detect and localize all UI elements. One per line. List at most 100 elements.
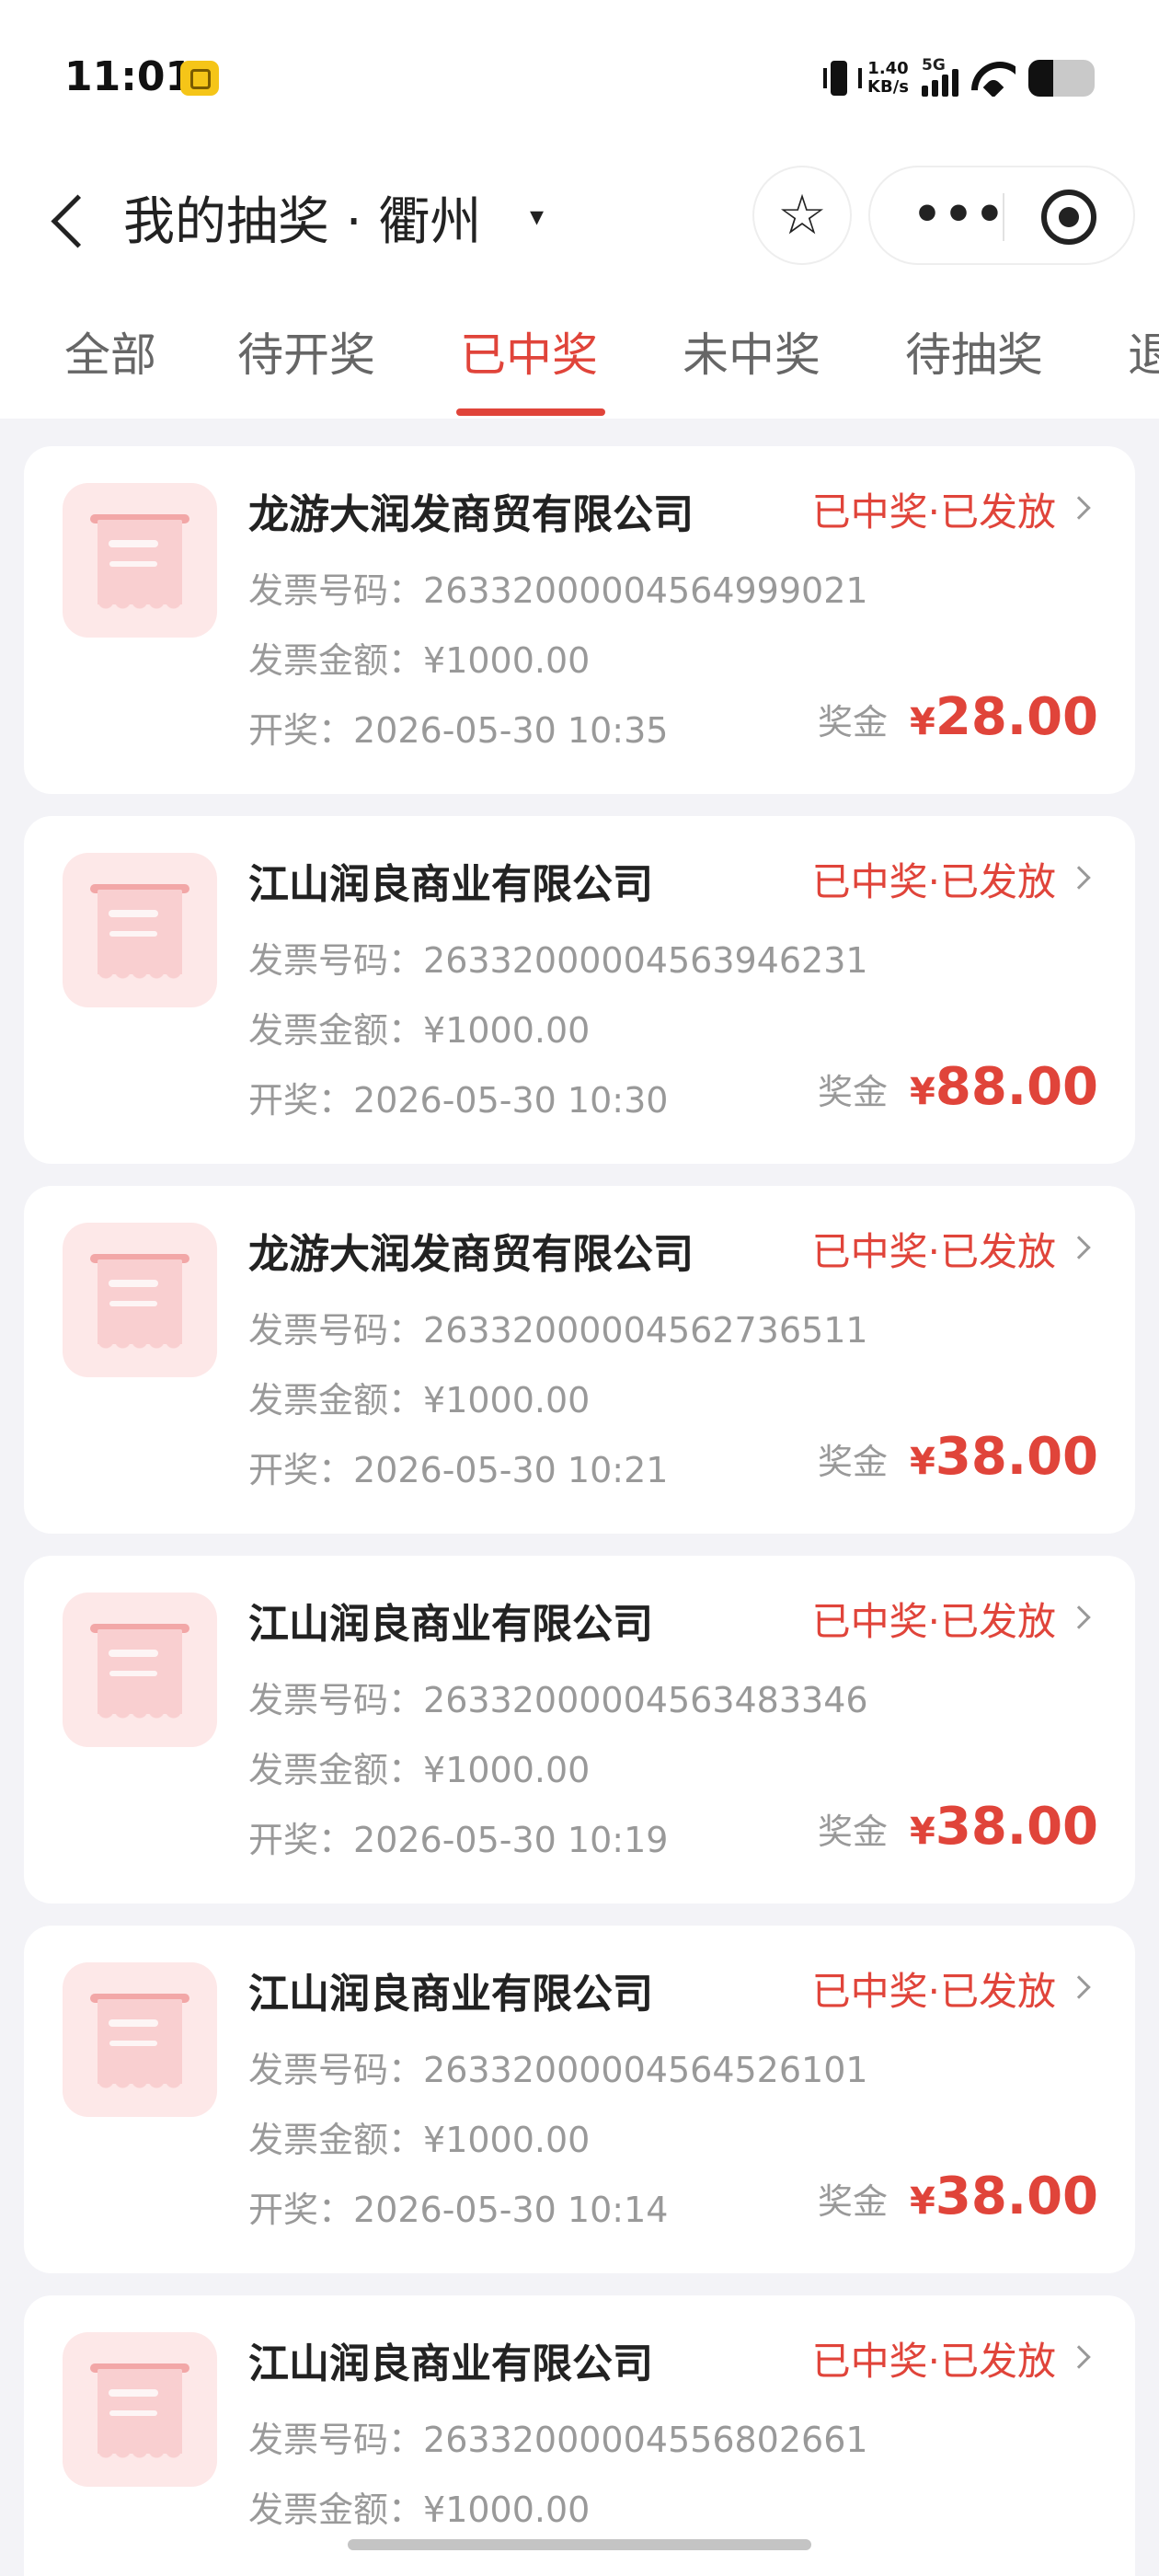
status-indicators: 1.40 KB/s 5G <box>823 53 1095 103</box>
net-speed-unit: KB/s <box>867 77 909 97</box>
close-miniapp-icon[interactable] <box>1041 190 1096 245</box>
receipt-icon <box>63 2332 217 2487</box>
status-badge: 已中奖·已发放 <box>811 859 1056 904</box>
invoice-number-row: 发票号码：26332000004564999021 <box>248 562 868 613</box>
record-card[interactable]: 江山润良商业有限公司 已中奖·已发放 发票号码：2633200000456452… <box>24 1926 1135 2273</box>
net-speed: 1.40 KB/s <box>867 60 909 97</box>
chevron-right-icon <box>1067 1975 1091 1999</box>
status-time: 11:01 <box>64 53 194 100</box>
more-menu-icon[interactable]: ••• <box>912 188 1006 241</box>
invoice-amount-row: 发票金额：¥1000.00 <box>248 2111 590 2162</box>
invoice-number-label: 发票号码： <box>248 1680 424 1720</box>
draw-time-row: 开奖：2026-05-30 10:30 <box>248 1072 668 1122</box>
invoice-amount-label: 发票金额： <box>248 640 424 681</box>
status-badge: 已中奖·已发放 <box>811 1599 1056 1644</box>
prize-value: 38.00 <box>935 2167 1098 2226</box>
prize-value: 38.00 <box>935 1427 1098 1487</box>
invoice-amount-value: ¥1000.00 <box>423 640 591 681</box>
invoice-amount-row: 发票金额：¥1000.00 <box>248 1372 590 1422</box>
prize-currency: ¥ <box>910 1811 935 1853</box>
chevron-right-icon <box>1067 496 1091 520</box>
invoice-amount-row: 发票金额：¥1000.00 <box>248 2481 590 2532</box>
net-speed-value: 1.40 <box>867 59 909 78</box>
prize-label: 奖金 <box>818 1442 889 1482</box>
invoice-amount-value: ¥1000.00 <box>423 2490 591 2530</box>
invoice-amount-row: 发票金额：¥1000.00 <box>248 1742 590 1792</box>
cellular-signal-icon: 5G <box>922 56 958 97</box>
chevron-right-icon <box>1067 1605 1091 1629</box>
status-badge: 已中奖·已发放 <box>811 489 1056 535</box>
prize-currency: ¥ <box>910 2180 935 2223</box>
prize-label: 奖金 <box>818 1811 889 1852</box>
company-name: 江山润良商业有限公司 <box>248 1971 653 2018</box>
tab-not-won[interactable]: 未中奖 <box>683 318 820 385</box>
city-dropdown-caret-icon[interactable]: ▾ <box>530 201 544 233</box>
prize-amount: 奖金 ¥ 38.00 <box>818 2167 1098 2226</box>
draw-time-row: 开奖：2026-05-30 10:19 <box>248 1811 668 1862</box>
draw-time-label: 开奖： <box>248 2190 354 2230</box>
prize-currency: ¥ <box>910 1071 935 1113</box>
tab-pending-draw[interactable]: 待开奖 <box>237 318 375 385</box>
invoice-number-row: 发票号码：26332000004564526101 <box>248 2041 868 2092</box>
draw-time-label: 开奖： <box>248 710 354 751</box>
invoice-amount-value: ¥1000.00 <box>423 2120 591 2160</box>
record-card[interactable]: 江山润良商业有限公司 已中奖·已发放 发票号码：2633200000455680… <box>24 2295 1135 2576</box>
tab-all[interactable]: 全部 <box>64 318 156 385</box>
winning-records-list: 龙游大润发商贸有限公司 已中奖·已发放 发票号码：263320000045649… <box>0 419 1159 2576</box>
prize-value: 88.00 <box>935 1057 1098 1117</box>
invoice-amount-row: 发票金额：¥1000.00 <box>248 1002 590 1052</box>
invoice-number-label: 发票号码： <box>248 1310 424 1351</box>
tab-won[interactable]: 已中奖 <box>460 318 598 385</box>
invoice-number-row: 发票号码：26332000004563946231 <box>248 932 868 983</box>
chevron-right-icon <box>1067 866 1091 890</box>
favorite-star-button[interactable]: ☆ <box>752 166 852 265</box>
invoice-number-value: 26332000004564999021 <box>423 570 868 611</box>
status-badge: 已中奖·已发放 <box>811 1969 1056 2014</box>
draw-time-row: 开奖：2026-05-30 10:35 <box>248 702 668 753</box>
home-indicator[interactable] <box>348 2539 811 2550</box>
draw-time-value: 2026-05-30 10:35 <box>353 710 669 751</box>
capsule-divider <box>1003 193 1004 241</box>
draw-time-value: 2026-05-30 10:30 <box>353 1080 669 1121</box>
lottery-page: 11:01 1.40 KB/s 5G 我的抽奖 · 衢州 ▾ ☆ ••• 全部 … <box>0 0 1159 2576</box>
draw-time-value: 2026-05-30 10:14 <box>353 2190 669 2230</box>
invoice-number-value: 26332000004556802661 <box>423 2420 868 2460</box>
tab-to-draw[interactable]: 待抽奖 <box>905 318 1043 385</box>
invoice-number-value: 26332000004562736511 <box>423 1310 868 1351</box>
invoice-amount-value: ¥1000.00 <box>423 1380 591 1420</box>
page-title[interactable]: 我的抽奖 · 衢州 <box>123 180 481 255</box>
company-name: 龙游大润发商贸有限公司 <box>248 1231 694 1278</box>
prize-currency: ¥ <box>910 701 935 743</box>
receipt-icon <box>63 1962 217 2117</box>
status-badge: 已中奖·已发放 <box>811 2339 1056 2384</box>
miniapp-capsule: ••• <box>868 166 1135 265</box>
record-card[interactable]: 江山润良商业有限公司 已中奖·已发放 发票号码：2633200000456348… <box>24 1556 1135 1903</box>
invoice-amount-row: 发票金额：¥1000.00 <box>248 632 590 683</box>
draw-time-row: 开奖：2026-05-30 10:14 <box>248 2181 668 2232</box>
draw-time-row: 开奖：2026-05-30 10:21 <box>248 1442 668 1492</box>
draw-time-label: 开奖： <box>248 1820 354 1860</box>
wifi-icon <box>971 60 1016 97</box>
prize-currency: ¥ <box>910 1441 935 1483</box>
draw-time-label: 开奖： <box>248 1080 354 1121</box>
prize-amount: 奖金 ¥ 38.00 <box>818 1797 1098 1857</box>
company-name: 江山润良商业有限公司 <box>248 2340 653 2387</box>
invoice-amount-label: 发票金额： <box>248 2120 424 2160</box>
invoice-number-value: 26332000004563946231 <box>423 940 868 981</box>
invoice-amount-label: 发票金额： <box>248 2490 424 2530</box>
record-card[interactable]: 龙游大润发商贸有限公司 已中奖·已发放 发票号码：263320000045649… <box>24 446 1135 794</box>
invoice-amount-value: ¥1000.00 <box>423 1010 591 1051</box>
notification-app-icon <box>180 61 219 96</box>
filter-tabs: 全部 待开奖 已中奖 未中奖 待抽奖 退 <box>0 294 1159 419</box>
back-arrow-icon[interactable] <box>46 190 92 245</box>
invoice-number-row: 发票号码：26332000004556802661 <box>248 2411 868 2462</box>
prize-amount: 奖金 ¥ 38.00 <box>818 1427 1098 1487</box>
prize-label: 奖金 <box>818 702 889 742</box>
status-badge: 已中奖·已发放 <box>811 1229 1056 1274</box>
invoice-number-label: 发票号码： <box>248 2050 424 2090</box>
invoice-amount-label: 发票金额： <box>248 1750 424 1790</box>
record-card[interactable]: 江山润良商业有限公司 已中奖·已发放 发票号码：2633200000456394… <box>24 816 1135 1164</box>
record-card[interactable]: 龙游大润发商贸有限公司 已中奖·已发放 发票号码：263320000045627… <box>24 1186 1135 1534</box>
tab-refund[interactable]: 退 <box>1128 318 1159 385</box>
prize-amount: 奖金 ¥ 28.00 <box>818 687 1098 747</box>
